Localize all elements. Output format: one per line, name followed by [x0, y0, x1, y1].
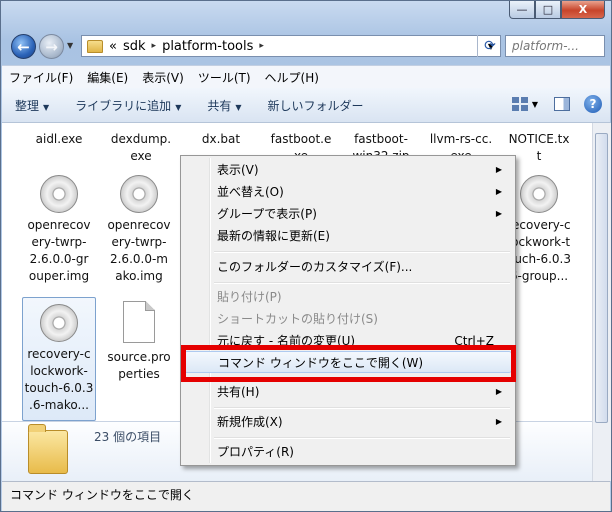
menu-item-customize[interactable]: このフォルダーのカスタマイズ(F)...: [184, 256, 512, 278]
menu-item-properties[interactable]: プロパティ(R): [184, 441, 512, 463]
disc-image-icon: [520, 175, 558, 213]
disc-image-icon: [40, 175, 78, 213]
submenu-arrow-icon: ▶: [495, 417, 502, 426]
chevron-down-icon: ▼: [175, 102, 182, 112]
add-to-library-label: ライブラリに追加: [75, 98, 172, 113]
menu-label: グループで表示(P): [217, 207, 317, 221]
file-label: openrecov ery-twrp- 2.6.0.0-gr ouper.img: [27, 218, 91, 283]
share-label: 共有: [207, 98, 232, 113]
menu-item-group[interactable]: グループで表示(P) ▶: [184, 203, 512, 225]
highlight-box: [181, 345, 516, 382]
explorer-window: — □ X ← → ▼ « sdk ▸ platform-tools ▸ ▼ ⟳…: [0, 0, 612, 512]
status-bar: コマンド ウィンドウをここで開く: [2, 481, 610, 511]
command-bar: 整理 ▼ ライブラリに追加 ▼ 共有 ▼ 新しいフォルダー ▼ ?: [2, 88, 610, 123]
file-aidl[interactable]: aidl.exe: [22, 131, 96, 148]
toolbar-right: ▼ ?: [511, 95, 602, 113]
submenu-arrow-icon: ▶: [495, 209, 502, 218]
maximize-button[interactable]: □: [535, 1, 561, 19]
breadcrumb-separator-icon[interactable]: ▸: [152, 41, 157, 51]
menu-label: ショートカットの貼り付け(S): [217, 312, 378, 326]
menu-item-share[interactable]: 共有(H) ▶: [184, 381, 512, 403]
menu-label: 並べ替え(O): [217, 185, 284, 199]
organize-label: 整理: [15, 98, 40, 113]
menu-label: 表示(V): [217, 163, 259, 177]
menu-label: 貼り付け(P): [217, 290, 282, 304]
address-bar[interactable]: « sdk ▸ platform-tools ▸ ▼: [81, 35, 501, 57]
breadcrumb-sdk[interactable]: sdk: [123, 39, 146, 54]
menu-edit[interactable]: 編集(E): [80, 69, 135, 86]
view-dropdown-icon[interactable]: ▼: [532, 100, 538, 109]
folder-icon: [87, 39, 103, 53]
disc-image-icon: [40, 304, 78, 342]
search-input[interactable]: platform-...: [505, 35, 605, 57]
view-options-icon[interactable]: [511, 97, 528, 111]
document-icon: [123, 301, 155, 343]
file-twrp-grouper[interactable]: openrecov ery-twrp- 2.6.0.0-gr ouper.img: [22, 169, 96, 285]
menu-label: 最新の情報に更新(E): [217, 229, 330, 243]
menu-label: 新規作成(X): [217, 415, 283, 429]
breadcrumb-platform-tools[interactable]: platform-tools: [162, 39, 253, 54]
caption-buttons: — □ X: [509, 1, 605, 19]
file-source-properties[interactable]: source.pro perties: [102, 297, 176, 383]
forward-button[interactable]: →: [39, 34, 64, 59]
menu-tools[interactable]: ツール(T): [191, 69, 258, 86]
address-row: ← → ▼ « sdk ▸ platform-tools ▸ ▼ ⟳ platf…: [9, 31, 605, 61]
close-button[interactable]: X: [561, 1, 605, 19]
menu-view[interactable]: 表示(V): [135, 69, 191, 86]
breadcrumb-overflow[interactable]: «: [109, 39, 117, 54]
chevron-down-icon: ▼: [235, 102, 242, 112]
history-dropdown-icon[interactable]: ▼: [67, 41, 73, 50]
submenu-arrow-icon: ▶: [495, 187, 502, 196]
back-button[interactable]: ←: [11, 34, 36, 59]
file-cwm-mako[interactable]: recovery-c lockwork- touch-6.0.3 .6-mako…: [22, 297, 96, 421]
menu-help[interactable]: ヘルプ(H): [258, 69, 326, 86]
menu-item-paste-shortcut: ショートカットの貼り付け(S): [184, 308, 512, 330]
menu-separator: [214, 251, 510, 253]
menu-bar: ファイル(F) 編集(E) 表示(V) ツール(T) ヘルプ(H): [2, 65, 610, 88]
file-dexdump[interactable]: dexdump. exe: [104, 131, 178, 165]
menu-separator: [214, 437, 510, 439]
file-label: source.pro perties: [107, 350, 171, 381]
menu-item-new[interactable]: 新規作成(X) ▶: [184, 411, 512, 433]
menu-label: 共有(H): [217, 385, 260, 399]
context-menu: 表示(V) ▶ 並べ替え(O) ▶ グループで表示(P) ▶ 最新の情報に更新(E) …: [180, 155, 516, 466]
breadcrumb-separator-icon[interactable]: ▸: [259, 41, 264, 51]
help-icon[interactable]: ?: [584, 95, 602, 113]
menu-item-view[interactable]: 表示(V) ▶: [184, 159, 512, 181]
refresh-icon[interactable]: ⟳: [477, 35, 502, 57]
vertical-scrollbar[interactable]: [592, 123, 611, 481]
chevron-down-icon: ▼: [43, 102, 50, 112]
new-folder-label: 新しいフォルダー: [267, 98, 364, 113]
share-button[interactable]: 共有 ▼: [194, 97, 254, 114]
minimize-button[interactable]: —: [509, 1, 535, 19]
file-label: recovery-c lockwork- touch-6.0.3 .6-mako…: [24, 347, 94, 412]
add-to-library-button[interactable]: ライブラリに追加 ▼: [62, 97, 194, 114]
submenu-arrow-icon: ▶: [495, 387, 502, 396]
file-dx[interactable]: dx.bat: [184, 131, 258, 148]
menu-separator: [214, 407, 510, 409]
folder-icon: [28, 424, 68, 474]
menu-file[interactable]: ファイル(F): [2, 69, 80, 86]
menu-item-paste: 貼り付け(P): [184, 286, 512, 308]
menu-label: このフォルダーのカスタマイズ(F)...: [217, 260, 413, 274]
menu-item-refresh[interactable]: 最新の情報に更新(E): [184, 225, 512, 247]
organize-button[interactable]: 整理 ▼: [2, 97, 62, 114]
disc-image-icon: [120, 175, 158, 213]
item-count: 23 個の項目: [94, 430, 162, 444]
preview-pane-icon[interactable]: [554, 97, 570, 111]
file-twrp-mako[interactable]: openrecov ery-twrp- 2.6.0.0-m ako.img: [102, 169, 176, 285]
file-label: openrecov ery-twrp- 2.6.0.0-m ako.img: [107, 218, 171, 283]
new-folder-button[interactable]: 新しいフォルダー: [255, 97, 377, 114]
submenu-arrow-icon: ▶: [495, 165, 502, 174]
menu-separator: [214, 282, 510, 284]
menu-item-sort[interactable]: 並べ替え(O) ▶: [184, 181, 512, 203]
menu-label: プロパティ(R): [217, 445, 294, 459]
scrollbar-thumb[interactable]: [595, 133, 608, 423]
